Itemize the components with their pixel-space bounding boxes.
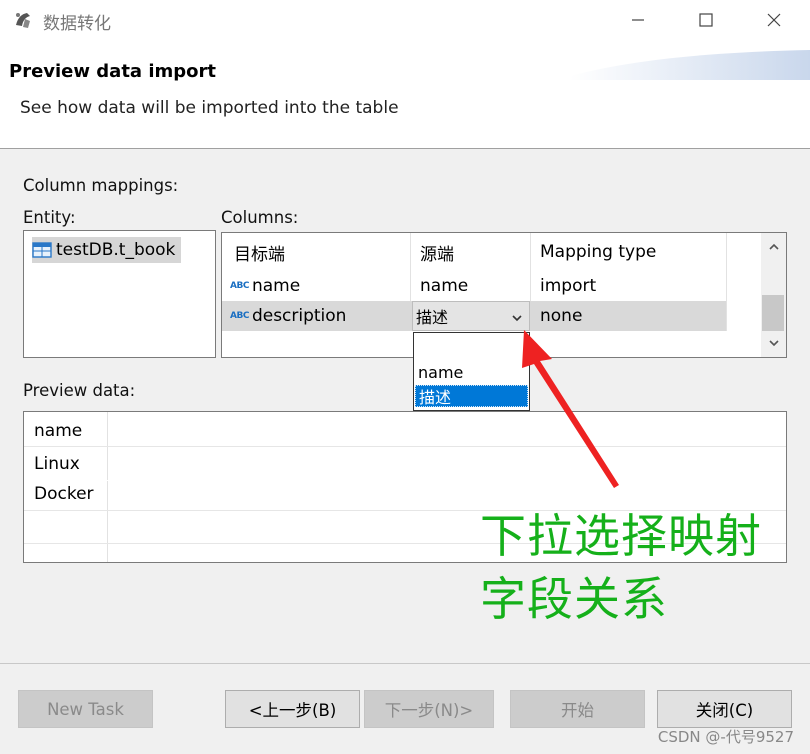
scroll-down-icon[interactable] — [763, 333, 785, 353]
column-mappings-label: Column mappings: — [23, 176, 179, 195]
prev-button[interactable]: <上一步(B) — [225, 690, 360, 728]
annotation-line-1: 下拉选择映射 — [480, 509, 762, 563]
minimize-icon[interactable] — [604, 0, 672, 40]
preview-cell: Docker — [34, 484, 94, 504]
scrollbar-thumb[interactable] — [762, 295, 784, 331]
preview-cell: Linux — [34, 454, 80, 474]
source-column-cell[interactable]: name — [420, 271, 468, 301]
column-header-source[interactable]: 源端 — [420, 237, 454, 267]
annotation-line-2: 字段关系 — [480, 572, 668, 626]
table-row[interactable]: ABC name — [230, 271, 300, 301]
app-icon — [16, 13, 30, 28]
close-button[interactable]: 关闭(C) — [657, 690, 792, 728]
watermark: CSDN @-代号9527 — [657, 728, 794, 746]
new-task-button[interactable]: New Task — [18, 690, 153, 728]
page-subtitle: See how data will be imported into the t… — [20, 98, 399, 118]
footer-divider — [0, 663, 810, 664]
table-row[interactable]: name — [24, 416, 786, 447]
source-combo-value: 描述 — [416, 308, 449, 327]
vertical-scrollbar[interactable] — [761, 233, 786, 357]
annotation-arrow-icon — [522, 330, 619, 488]
wizard-header: Preview data import See how data will be… — [0, 40, 810, 149]
close-icon[interactable] — [740, 0, 808, 40]
next-button[interactable]: 下一步(N)> — [364, 690, 494, 728]
window-title: 数据转化 — [43, 14, 111, 34]
preview-data-label: Preview data: — [23, 381, 136, 400]
target-column-name: description — [251, 306, 347, 326]
table-icon — [32, 242, 52, 258]
columns-label: Columns: — [221, 208, 299, 227]
grid-divider — [726, 233, 727, 331]
column-header-target[interactable]: 目标端 — [234, 237, 285, 267]
entity-item[interactable]: testDB.t_book — [32, 237, 182, 263]
scroll-up-icon[interactable] — [763, 237, 785, 257]
text-type-icon: ABC — [230, 311, 249, 321]
entity-label: Entity: — [23, 208, 76, 227]
target-column-name: name — [251, 276, 301, 296]
column-header-mapping-type[interactable]: Mapping type — [540, 237, 656, 267]
title-bar: 数据转化 — [0, 0, 810, 40]
table-row[interactable]: Linux — [24, 450, 786, 481]
preview-header: name — [34, 421, 83, 441]
text-type-icon: ABC — [230, 281, 249, 291]
page-title: Preview data import — [9, 61, 216, 82]
maximize-icon[interactable] — [672, 0, 740, 40]
mapping-type-cell[interactable]: import — [540, 271, 596, 301]
entity-name: testDB.t_book — [56, 240, 176, 260]
entity-list[interactable]: testDB.t_book — [23, 230, 216, 358]
table-row[interactable]: ABC description — [230, 301, 346, 331]
start-button[interactable]: 开始 — [510, 690, 645, 728]
header-decoration — [570, 50, 810, 80]
